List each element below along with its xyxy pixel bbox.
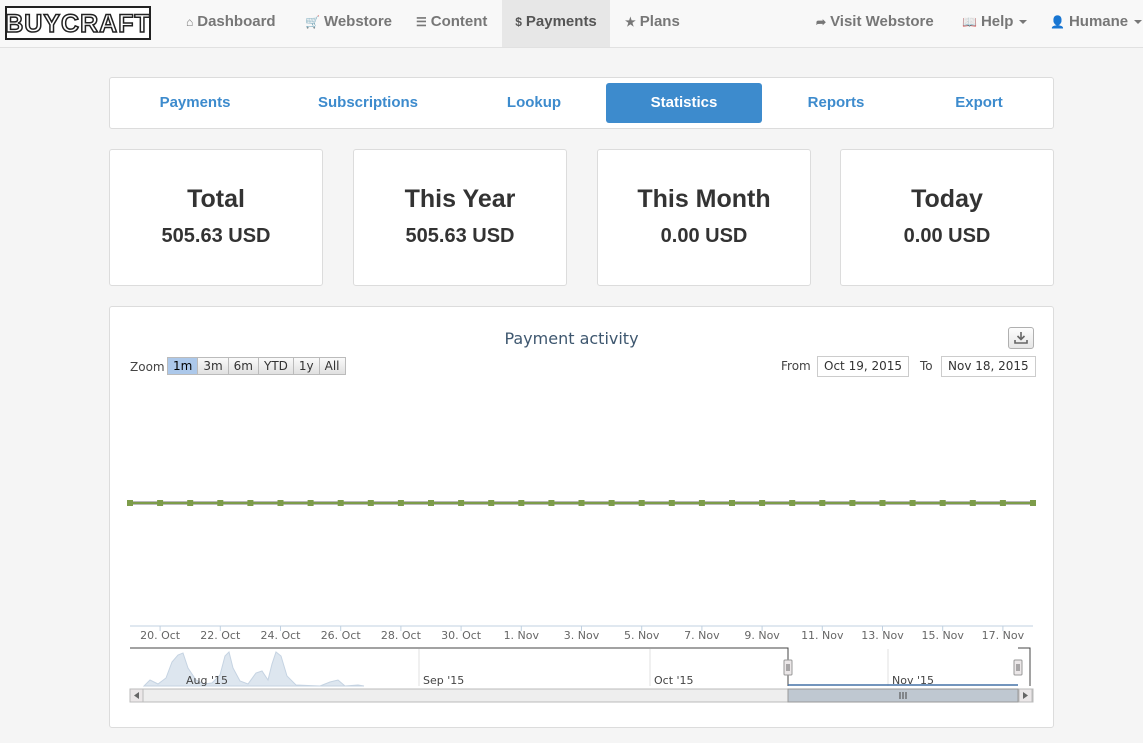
- data-point[interactable]: [277, 500, 284, 506]
- data-point[interactable]: [729, 500, 735, 506]
- data-point[interactable]: [217, 500, 224, 506]
- data-point[interactable]: [367, 500, 374, 506]
- navigator-label-sep: Sep '15: [423, 674, 464, 687]
- data-point[interactable]: [518, 500, 525, 506]
- data-point[interactable]: [488, 500, 495, 506]
- data-point[interactable]: [698, 500, 705, 506]
- data-point[interactable]: [759, 500, 766, 506]
- data-point[interactable]: [157, 500, 164, 506]
- data-point[interactable]: [668, 500, 675, 506]
- navigator: Aug '15 Sep '15 Oct '15 Nov '15: [130, 647, 1031, 687]
- data-point[interactable]: [397, 500, 404, 506]
- data-point[interactable]: [548, 500, 555, 506]
- data-point[interactable]: [789, 500, 796, 506]
- data-point[interactable]: [879, 500, 886, 506]
- navigator-label-oct: Oct '15: [654, 674, 694, 687]
- data-point[interactable]: [1030, 500, 1036, 506]
- data-point[interactable]: [187, 500, 194, 506]
- navigator-right-handle[interactable]: [1013, 659, 1023, 676]
- data-point[interactable]: [999, 500, 1006, 506]
- data-point[interactable]: [247, 500, 254, 506]
- data-point[interactable]: [458, 500, 465, 506]
- navigator-left-handle[interactable]: [783, 659, 793, 676]
- range-scrollbar[interactable]: [129, 688, 1034, 703]
- data-point[interactable]: [127, 500, 133, 506]
- data-point[interactable]: [969, 500, 976, 506]
- data-point[interactable]: [849, 500, 856, 506]
- data-point[interactable]: [428, 500, 434, 506]
- data-point[interactable]: [608, 500, 615, 506]
- data-point[interactable]: [819, 500, 826, 506]
- payment-activity-chart: 20. Oct 22. Oct 24. Oct 26. Oct 28. Oct 30. O…: [127, 500, 1036, 703]
- data-point[interactable]: [939, 500, 946, 506]
- navigator-label-aug: Aug '15: [186, 674, 228, 687]
- data-point[interactable]: [578, 500, 585, 506]
- series-layer: [127, 500, 1036, 506]
- data-point[interactable]: [638, 500, 645, 506]
- data-point[interactable]: [909, 500, 916, 506]
- data-point[interactable]: [307, 500, 314, 506]
- data-point[interactable]: [337, 500, 344, 506]
- x-tick-layer: 20. Oct 22. Oct 24. Oct 26. Oct 28. Oct 30. O…: [140, 626, 1025, 642]
